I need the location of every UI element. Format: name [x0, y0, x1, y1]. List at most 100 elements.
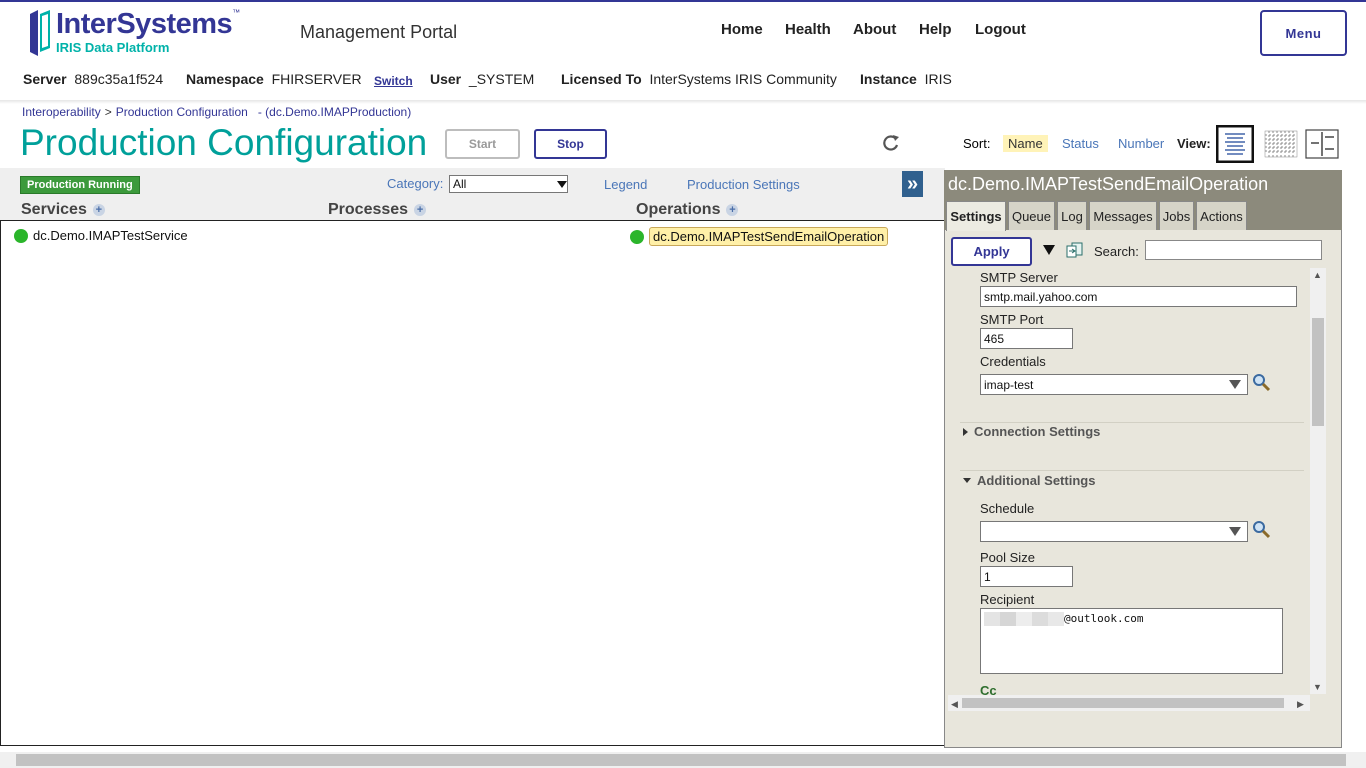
licensed-value: InterSystems IRIS Community — [649, 71, 837, 87]
section-divider — [960, 470, 1304, 471]
view-label: View: — [1177, 136, 1211, 151]
server-value: 889c35a1f524 — [74, 71, 164, 87]
breadcrumb: Interoperability > Production Configuratio… — [22, 105, 411, 119]
copy-settings-icon[interactable] — [1066, 242, 1083, 258]
smtp-port-input[interactable]: 465 — [980, 328, 1073, 349]
add-operation-icon[interactable]: + — [726, 204, 739, 216]
page-title: Production Configuration — [20, 122, 428, 163]
service-item[interactable]: dc.Demo.IMAPTestService — [14, 228, 188, 243]
user-value: _SYSTEM — [468, 71, 535, 87]
nav-help[interactable]: Help — [919, 21, 952, 38]
processes-label: Processes — [328, 201, 409, 218]
tab-settings[interactable]: Settings — [946, 201, 1006, 231]
tree-view-icon[interactable] — [1304, 125, 1342, 163]
instance-label: Instance — [860, 71, 917, 87]
grid-view-icon[interactable] — [1262, 125, 1300, 163]
collapse-all-icon[interactable] — [1043, 245, 1055, 255]
schedule-select[interactable] — [980, 521, 1248, 542]
magnifier-icon[interactable] — [1251, 519, 1271, 539]
top-accent-line — [0, 0, 1366, 2]
pool-size-label: Pool Size — [980, 550, 1035, 565]
column-view-icon[interactable] — [1216, 125, 1254, 163]
stop-button[interactable]: Stop — [534, 129, 607, 159]
search-label: Search: — [1094, 244, 1139, 259]
recipient-value: @outlook.com — [1064, 612, 1144, 625]
sort-option-name[interactable]: Name — [1003, 135, 1048, 152]
operations-column-header: Operations + — [636, 201, 739, 219]
status-ok-icon — [630, 229, 644, 244]
magnifier-icon[interactable] — [1251, 372, 1271, 392]
logo-name: InterSystems — [56, 8, 233, 40]
credentials-value: imap-test — [984, 377, 1034, 392]
scroll-right-icon[interactable]: ▶ — [1297, 699, 1304, 710]
tab-messages[interactable]: Messages — [1089, 201, 1157, 230]
menu-button[interactable]: Menu — [1260, 10, 1347, 56]
caret-down-icon — [963, 478, 971, 483]
settings-panel-title: dc.Demo.IMAPTestSendEmailOperation — [944, 170, 1342, 199]
operation-name: dc.Demo.IMAPTestSendEmailOperation — [649, 227, 889, 246]
settings-hscroll-thumb[interactable] — [962, 698, 1284, 708]
tab-jobs[interactable]: Jobs — [1159, 201, 1194, 230]
nav-about[interactable]: About — [853, 21, 896, 38]
nav-health[interactable]: Health — [785, 21, 831, 38]
smtp-server-input[interactable]: smtp.mail.yahoo.com — [980, 286, 1297, 307]
credentials-select[interactable]: imap-test — [980, 374, 1248, 395]
tab-actions[interactable]: Actions — [1196, 201, 1247, 230]
add-service-icon[interactable]: + — [92, 204, 105, 216]
recipient-label: Recipient — [980, 592, 1035, 607]
switch-namespace-link[interactable]: Switch — [374, 72, 413, 88]
category-value: All — [453, 177, 467, 191]
portal-title: Management Portal — [300, 22, 458, 42]
expand-panel-button[interactable]: » — [902, 171, 923, 197]
namespace-info: Namespace FHIRSERVER — [186, 71, 362, 87]
tab-log[interactable]: Log — [1057, 201, 1087, 230]
intersystems-logo-icon — [30, 10, 50, 56]
chevron-down-icon — [557, 180, 567, 188]
category-select[interactable]: All — [449, 175, 568, 193]
nav-home[interactable]: Home — [721, 21, 763, 38]
category-label: Category: — [387, 176, 444, 191]
pool-size-input[interactable]: 1 — [980, 566, 1073, 587]
schedule-label: Schedule — [980, 501, 1035, 516]
production-diagram — [0, 220, 945, 746]
server-info: Server 889c35a1f524 — [23, 71, 163, 87]
licensed-label: Licensed To — [561, 71, 642, 87]
settings-scroll-thumb[interactable] — [1312, 318, 1324, 426]
chevron-down-icon — [1229, 380, 1241, 389]
start-button[interactable]: Start — [445, 129, 520, 159]
logo-wordmark[interactable]: InterSystems™ — [56, 8, 240, 41]
add-process-icon[interactable]: + — [414, 204, 427, 216]
breadcrumb-production-name: - (dc.Demo.IMAPProduction) — [257, 105, 412, 119]
connection-settings-header[interactable]: Connection Settings — [963, 424, 1100, 439]
refresh-icon[interactable] — [880, 133, 902, 153]
nav-logout[interactable]: Logout — [975, 21, 1026, 38]
tab-queue[interactable]: Queue — [1008, 201, 1055, 230]
instance-info: Instance IRIS — [860, 71, 952, 87]
user-info: User _SYSTEM — [430, 71, 534, 87]
apply-button[interactable]: Apply — [951, 237, 1032, 266]
scroll-up-icon[interactable]: ▲ — [1313, 270, 1322, 280]
operation-item[interactable]: dc.Demo.IMAPTestSendEmailOperation — [630, 227, 889, 246]
instance-value: IRIS — [924, 71, 952, 87]
user-label: User — [430, 71, 462, 87]
credentials-label: Credentials — [980, 354, 1046, 369]
production-status-badge: Production Running — [20, 176, 140, 194]
caret-right-icon — [963, 427, 968, 436]
scroll-left-icon[interactable]: ◀ — [951, 699, 958, 710]
search-input[interactable] — [1145, 240, 1322, 260]
page-scroll-thumb[interactable] — [16, 754, 1346, 766]
sort-label: Sort: — [963, 136, 991, 151]
production-settings-link[interactable]: Production Settings — [687, 177, 800, 192]
scroll-down-icon[interactable]: ▼ — [1313, 682, 1322, 692]
switch-label[interactable]: Switch — [374, 74, 413, 88]
sort-option-status[interactable]: Status — [1062, 136, 1099, 151]
section-divider — [960, 422, 1304, 423]
sort-option-number[interactable]: Number — [1118, 136, 1164, 151]
breadcrumb-separator: > — [104, 105, 112, 119]
recipient-textarea[interactable]: @outlook.com — [980, 608, 1283, 674]
legend-link[interactable]: Legend — [604, 177, 647, 192]
breadcrumb-production-configuration[interactable]: Production Configuration — [116, 105, 248, 119]
breadcrumb-interoperability[interactable]: Interoperability — [22, 105, 101, 119]
additional-settings-header[interactable]: Additional Settings — [963, 473, 1095, 488]
smtp-port-label: SMTP Port — [980, 312, 1044, 327]
